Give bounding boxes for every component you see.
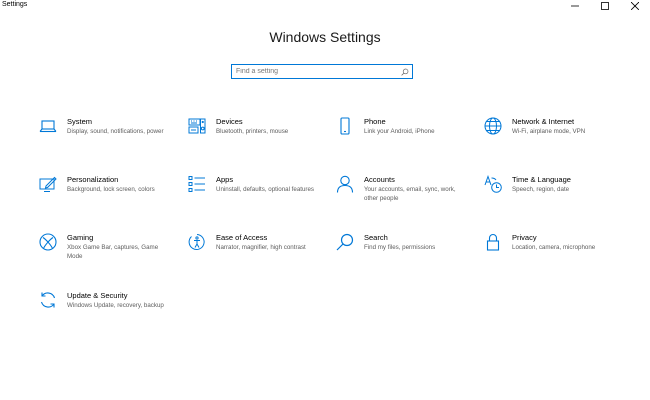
lock-icon: [486, 233, 500, 251]
tile-description: Your accounts, email, sync, work, other …: [364, 186, 456, 203]
tile-title: Privacy: [512, 233, 537, 242]
globe-icon: [484, 117, 502, 135]
window-controls: [560, 0, 650, 12]
tile-description: Bluetooth, printers, mouse: [216, 128, 289, 135]
tile-title: Update & Security: [67, 291, 128, 300]
app-title: Settings: [2, 1, 28, 8]
xbox-icon: [39, 233, 57, 251]
settings-tile-ease-of-access[interactable]: Ease of Access Narrator, magnifier, high…: [188, 233, 328, 277]
minimize-button[interactable]: [560, 0, 590, 12]
settings-tile-apps[interactable]: Apps Uninstall, defaults, optional featu…: [188, 175, 328, 219]
maximize-button[interactable]: [590, 0, 620, 12]
apps-list-icon: [188, 176, 205, 192]
minimize-icon: [571, 5, 579, 7]
ease-of-access-icon: [188, 234, 205, 250]
tile-title: Ease of Access: [216, 233, 268, 242]
settings-tile-time-language[interactable]: Time & Language Speech, region, date: [484, 175, 624, 219]
settings-tile-privacy[interactable]: Privacy Location, camera, microphone: [484, 233, 624, 277]
settings-tile-update-security[interactable]: Update & Security Windows Update, recove…: [39, 291, 179, 335]
search-box: [231, 64, 413, 79]
settings-tile-accounts[interactable]: Accounts Your accounts, email, sync, wor…: [336, 175, 476, 219]
tile-title: Accounts: [364, 175, 395, 184]
phone-icon: [340, 117, 350, 135]
settings-tile-phone[interactable]: Phone Link your Android, iPhone: [336, 117, 476, 161]
tile-description: Location, camera, microphone: [512, 244, 596, 251]
tile-title: Devices: [216, 117, 243, 126]
pen-monitor-icon: [39, 176, 57, 192]
maximize-icon: [601, 2, 609, 10]
tile-description: Xbox Game Bar, captures, Game Mode: [67, 244, 159, 261]
sync-arrows-icon: [40, 292, 56, 308]
keyboard-speaker-icon: [188, 118, 206, 134]
tile-description: Narrator, magnifier, high contrast: [216, 244, 306, 251]
settings-tile-gaming[interactable]: Gaming Xbox Game Bar, captures, Game Mod…: [39, 233, 179, 277]
tile-description: Wi-Fi, airplane mode, VPN: [512, 128, 586, 135]
tile-description: Background, lock screen, colors: [67, 186, 155, 193]
tile-title: System: [67, 117, 93, 126]
tile-title: Phone: [364, 117, 386, 126]
tile-description: Display, sound, notifications, power: [67, 128, 164, 135]
tile-description: Link your Android, iPhone: [364, 128, 435, 135]
settings-tile-network[interactable]: Network & Internet Wi-Fi, airplane mode,…: [484, 117, 624, 161]
settings-tile-devices[interactable]: Devices Bluetooth, printers, mouse: [188, 117, 328, 161]
tile-description: Speech, region, date: [512, 186, 570, 193]
tile-title: Time & Language: [512, 175, 571, 184]
time-language-icon: [484, 175, 502, 193]
tile-description: Windows Update, recovery, backup: [67, 302, 164, 309]
title-bar: Settings: [0, 0, 650, 12]
settings-tile-system[interactable]: System Display, sound, notifications, po…: [39, 117, 179, 161]
person-icon: [336, 175, 354, 193]
close-icon: [631, 2, 639, 10]
page-title: Windows Settings: [269, 29, 381, 45]
search-input[interactable]: [232, 65, 398, 78]
tile-title: Network & Internet: [512, 117, 575, 126]
tile-title: Gaming: [67, 233, 94, 242]
tile-description: Find my files, permissions: [364, 244, 436, 251]
magnifier-icon: [336, 233, 354, 251]
tile-title: Personalization: [67, 175, 119, 184]
tile-title: Apps: [216, 175, 234, 184]
close-button[interactable]: [620, 0, 650, 12]
tile-description: Uninstall, defaults, optional features: [216, 186, 315, 193]
settings-tile-personalization[interactable]: Personalization Background, lock screen,…: [39, 175, 179, 219]
settings-tile-search[interactable]: Search Find my files, permissions: [336, 233, 476, 277]
laptop-icon: [39, 120, 57, 133]
tile-title: Search: [364, 233, 388, 242]
search-icon[interactable]: [398, 65, 412, 78]
